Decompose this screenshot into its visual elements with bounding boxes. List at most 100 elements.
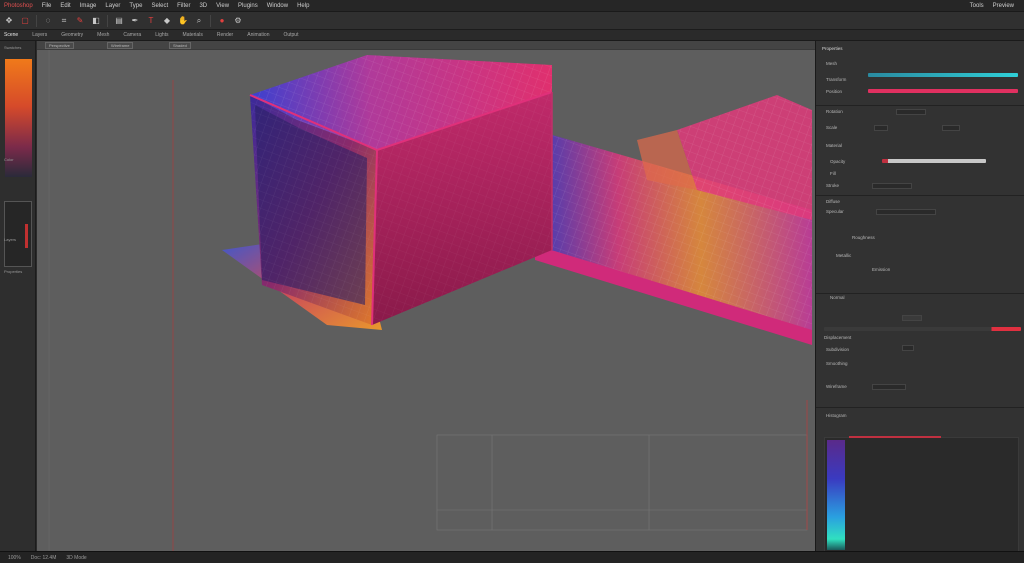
status-mode: 3D Mode <box>66 554 87 561</box>
menu-select[interactable]: Select <box>151 3 168 9</box>
prop-row-diffuse: Diffuse <box>826 199 840 204</box>
prop-row-wireframe: Wireframe <box>826 384 847 389</box>
cyan-slider[interactable] <box>868 73 1018 77</box>
tab-layers[interactable]: Layers <box>32 32 47 38</box>
color-picker-icon[interactable]: ● <box>217 16 227 26</box>
menu-type[interactable]: Type <box>129 3 142 9</box>
gradient-icon[interactable]: ▤ <box>114 16 124 26</box>
prop-row-opacity: Opacity <box>830 159 846 164</box>
toolbar-divider <box>210 14 211 27</box>
text-icon[interactable]: T <box>146 16 156 26</box>
scene-render <box>48 50 812 551</box>
eraser-icon[interactable]: ◧ <box>91 16 101 26</box>
move-icon[interactable]: ✥ <box>4 16 14 26</box>
brush-icon[interactable]: ✎ <box>75 16 85 26</box>
menu-filter[interactable]: Filter <box>177 3 190 9</box>
tab-animation[interactable]: Animation <box>247 32 269 38</box>
subdivision-field[interactable] <box>902 345 914 351</box>
displacement-slider[interactable] <box>824 327 1021 331</box>
marquee-icon[interactable]: ▢ <box>20 16 30 26</box>
tab-mesh[interactable]: Mesh <box>97 32 109 38</box>
scale-field[interactable] <box>874 125 888 131</box>
render-section <box>816 293 1024 294</box>
menu-help[interactable]: Help <box>297 3 309 9</box>
zoom-icon[interactable]: ⌕ <box>194 16 204 26</box>
tab-lights[interactable]: Lights <box>155 32 168 38</box>
tab-render[interactable]: Render <box>217 32 233 38</box>
lasso-icon[interactable]: ◌ <box>43 16 53 26</box>
menu-window[interactable]: Window <box>267 3 288 9</box>
wireframe-field[interactable] <box>872 384 906 390</box>
prop-row-transform: Transform <box>826 77 847 82</box>
tab-output[interactable]: Output <box>283 32 298 38</box>
histogram-title: Histogram <box>826 413 847 418</box>
menu-3d[interactable]: 3D <box>199 3 207 9</box>
menu-right-preview[interactable]: Preview <box>993 3 1014 9</box>
histogram-range-bar[interactable] <box>849 436 941 438</box>
prop-row-rotation: Rotation <box>826 109 843 114</box>
pen-icon[interactable]: ✒ <box>130 16 140 26</box>
histogram-gradient <box>827 440 845 550</box>
viewport-tab-wireframe[interactable]: Wireframe <box>107 42 134 49</box>
prop-row-stroke: Stroke <box>826 183 840 188</box>
prop-row-roughness: Roughness <box>852 235 875 240</box>
settings-icon[interactable]: ⚙ <box>233 16 243 26</box>
magenta-slider[interactable] <box>868 89 1018 93</box>
panel-tab-bar: Scene Layers Geometry Mesh Camera Lights… <box>0 30 1024 41</box>
specular-field[interactable] <box>876 209 936 215</box>
toolbar-divider <box>107 14 108 27</box>
layer-indicator <box>25 224 28 248</box>
opacity-slider[interactable] <box>882 159 986 163</box>
tab-geometry[interactable]: Geometry <box>61 32 83 38</box>
left-label-properties: Properties <box>4 269 23 274</box>
options-toolbar: ✥ ▢ ◌ ⌗ ✎ ◧ ▤ ✒ T ◆ ✋ ⌕ ● ⚙ <box>0 12 1024 30</box>
left-label-layers: Layers <box>4 237 17 242</box>
material-section <box>816 195 1024 196</box>
prop-row-material: Material <box>826 143 843 148</box>
status-zoom[interactable]: 100% <box>8 555 21 561</box>
menu-file[interactable]: File <box>42 3 52 9</box>
left-label-swatches: Swatches <box>4 45 22 50</box>
prop-row-displacement: Displacement <box>824 335 852 340</box>
tab-scene[interactable]: Scene <box>4 32 18 38</box>
prop-row-normal: Normal <box>830 295 845 300</box>
prop-row-metallic: Metallic <box>836 253 852 258</box>
3d-viewport[interactable]: Perspective Wireframe Shaded <box>37 41 815 551</box>
prop-row-emission: Emission <box>872 267 891 272</box>
prop-row-smoothing: Smoothing <box>826 361 848 366</box>
menu-edit[interactable]: Edit <box>60 3 70 9</box>
prop-row-mesh: Mesh <box>826 61 838 66</box>
hand-icon[interactable]: ✋ <box>178 16 188 26</box>
rotation-field[interactable] <box>896 109 926 115</box>
properties-header: Properties <box>822 46 843 51</box>
prop-row-scale: Scale <box>826 125 838 130</box>
menu-view[interactable]: View <box>216 3 229 9</box>
status-doc-size: Doc: 12.4M <box>30 554 57 561</box>
menu-right-tools[interactable]: Tools <box>970 3 984 9</box>
prop-row-fill: Fill <box>830 171 836 176</box>
toolbar-divider <box>36 14 37 27</box>
histogram-panel <box>824 436 1019 553</box>
menu-layer[interactable]: Layer <box>105 3 120 9</box>
viewport-tab-perspective[interactable]: Perspective <box>45 42 74 49</box>
normal-field[interactable] <box>902 315 922 321</box>
viewport-tab-shaded[interactable]: Shaded <box>169 42 191 49</box>
left-label-color: Color <box>4 157 14 162</box>
transform-section <box>816 105 1024 106</box>
crop-icon[interactable]: ⌗ <box>59 16 69 26</box>
menu-bar: Photoshop File Edit Image Layer Type Sel… <box>0 0 1024 12</box>
tab-camera[interactable]: Camera <box>123 32 141 38</box>
prop-row-position: Position <box>826 89 843 94</box>
app-menu[interactable]: Photoshop <box>4 3 33 9</box>
scale-field-2[interactable] <box>942 125 960 131</box>
menu-image[interactable]: Image <box>80 3 97 9</box>
stroke-field[interactable] <box>872 183 912 189</box>
layer-thumbnail[interactable] <box>4 201 32 267</box>
tab-materials[interactable]: Materials <box>183 32 203 38</box>
left-tool-panel: Swatches Color Layers Properties <box>0 41 36 551</box>
menu-plugins[interactable]: Plugins <box>238 3 258 9</box>
prop-row-subdivision: Subdivision <box>826 347 850 352</box>
shape-icon[interactable]: ◆ <box>162 16 172 26</box>
histogram-section <box>816 407 1024 408</box>
prop-row-specular: Specular <box>826 209 844 214</box>
